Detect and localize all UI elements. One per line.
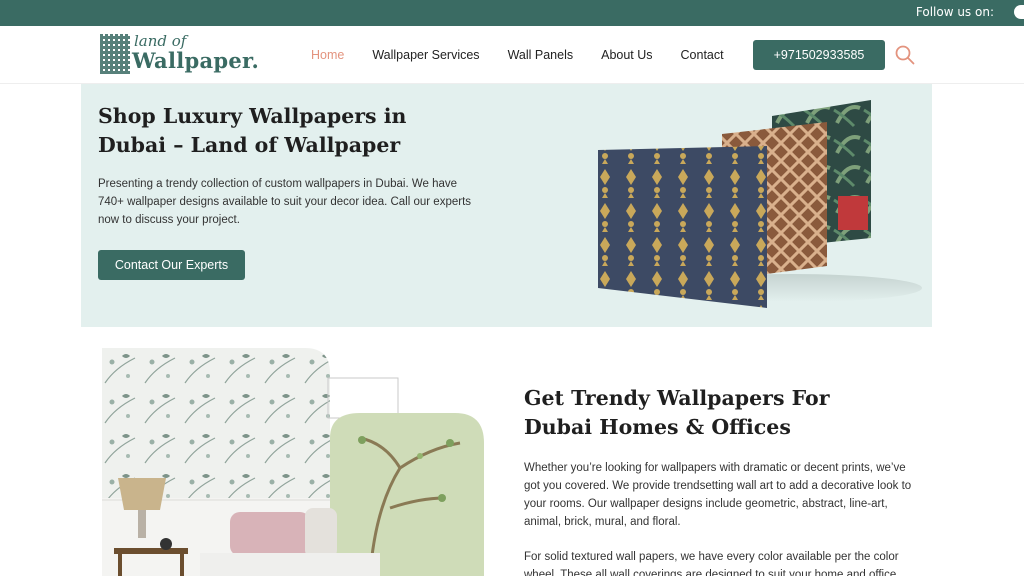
main-nav: Home Wallpaper Services Wall Panels Abou… bbox=[311, 48, 724, 62]
nav-about-us[interactable]: About Us bbox=[601, 48, 652, 62]
search-icon[interactable] bbox=[895, 45, 915, 65]
follow-us-label: Follow us on: bbox=[915, 5, 994, 19]
site-header: land of Wallpaper. Home Wallpaper Servic… bbox=[0, 26, 1024, 84]
nav-contact[interactable]: Contact bbox=[681, 48, 724, 62]
hero-title: Shop Luxury Wallpapers in Dubai – Land o… bbox=[98, 104, 407, 157]
facebook-icon[interactable] bbox=[1014, 5, 1024, 19]
nav-wall-panels[interactable]: Wall Panels bbox=[508, 48, 574, 62]
logo-grid-icon bbox=[100, 34, 130, 74]
phone-button[interactable]: +971502933585 bbox=[753, 40, 885, 70]
section-paragraph-2: For solid textured wall papers, we have … bbox=[524, 551, 899, 576]
nav-wallpaper-services[interactable]: Wallpaper Services bbox=[372, 48, 479, 62]
site-logo[interactable]: land of Wallpaper. bbox=[100, 32, 259, 80]
contact-experts-button[interactable]: Contact Our Experts bbox=[98, 250, 245, 280]
hero-section: Shop Luxury Wallpapers in Dubai – Land o… bbox=[81, 84, 932, 327]
nav-home[interactable]: Home bbox=[311, 48, 344, 62]
bedroom-wallpaper-collage-image bbox=[102, 348, 484, 576]
hero-description: Presenting a trendy collection of custom… bbox=[98, 178, 472, 226]
top-bar: Follow us on: bbox=[0, 0, 1024, 26]
logo-wordmark: Wallpaper. bbox=[132, 48, 260, 73]
wallpaper-samples-image bbox=[598, 100, 922, 308]
section-paragraph-1: Whether you’re looking for wallpapers wi… bbox=[524, 462, 912, 528]
section-title: Get Trendy Wallpapers For Dubai Homes & … bbox=[524, 386, 830, 439]
